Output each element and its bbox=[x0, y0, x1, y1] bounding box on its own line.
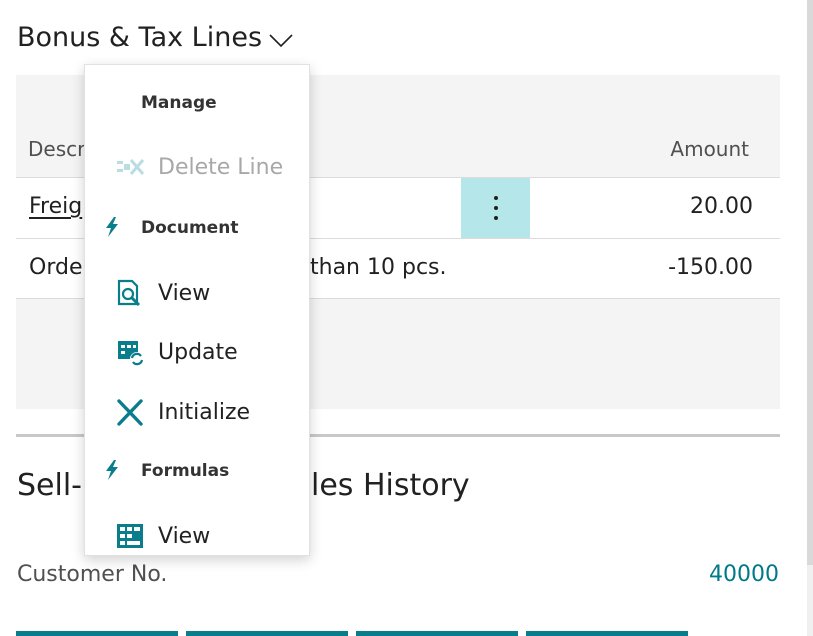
cue-tile[interactable] bbox=[16, 631, 178, 636]
row-amount: 20.00 bbox=[690, 194, 753, 219]
page: Bonus & Tax Lines Descri Amount Freig 20… bbox=[0, 0, 813, 636]
menu-item-document-view[interactable]: View bbox=[85, 271, 309, 315]
row-amount: -150.00 bbox=[668, 255, 753, 280]
menu-item-label: Initialize bbox=[158, 399, 251, 425]
menu-item-document-update[interactable]: Update bbox=[85, 330, 309, 374]
lightning-icon bbox=[106, 460, 118, 480]
section-title-sales-history: Sell- bbox=[17, 468, 82, 503]
cue-tile[interactable] bbox=[186, 631, 348, 636]
page-scrollbar-thumb[interactable] bbox=[807, 0, 813, 565]
cue-tiles bbox=[16, 631, 688, 636]
refresh-grid-icon bbox=[118, 341, 144, 366]
section-title-bonus-tax[interactable]: Bonus & Tax Lines bbox=[17, 22, 294, 53]
row-description: Orde bbox=[29, 255, 83, 280]
section-title-sales-history-tail: les History bbox=[311, 468, 470, 503]
menu-item-label: View bbox=[158, 523, 211, 549]
row-actions-button[interactable] bbox=[461, 178, 530, 238]
menu-item-label: Delete Line bbox=[158, 154, 284, 180]
page-scrollbar[interactable] bbox=[807, 0, 813, 636]
menu-item-document-initialize[interactable]: Initialize bbox=[85, 390, 309, 434]
grid-icon bbox=[117, 524, 143, 548]
customer-no-label: Customer No. bbox=[17, 562, 168, 587]
menu-group-manage: Manage bbox=[141, 93, 217, 113]
menu-group-formulas: Formulas bbox=[141, 461, 230, 481]
menu-item-formulas-view[interactable]: View bbox=[85, 514, 309, 558]
lightning-icon bbox=[106, 217, 118, 237]
cue-tile[interactable] bbox=[356, 631, 518, 636]
menu-item-delete-line: Delete Line bbox=[85, 145, 309, 189]
x-icon bbox=[117, 399, 143, 426]
row-description-tail: than 10 pcs. bbox=[310, 255, 447, 280]
column-header-amount[interactable]: Amount bbox=[670, 136, 749, 176]
customer-no-value-link[interactable]: 40000 bbox=[709, 562, 779, 587]
menu-item-label: Update bbox=[158, 339, 238, 365]
column-header-description[interactable]: Descri bbox=[28, 136, 91, 176]
menu-item-label: View bbox=[158, 280, 211, 306]
more-vertical-icon bbox=[493, 196, 498, 220]
cue-tile[interactable] bbox=[526, 631, 688, 636]
row-description-link[interactable]: Freig bbox=[29, 194, 82, 219]
delete-row-icon bbox=[117, 159, 145, 175]
search-document-icon bbox=[117, 279, 141, 307]
row-context-menu: Manage Delete Line Document View Update … bbox=[84, 64, 310, 556]
chevron-down-icon bbox=[269, 33, 293, 47]
menu-group-document: Document bbox=[141, 218, 239, 238]
section-title-label: Bonus & Tax Lines bbox=[17, 22, 263, 53]
